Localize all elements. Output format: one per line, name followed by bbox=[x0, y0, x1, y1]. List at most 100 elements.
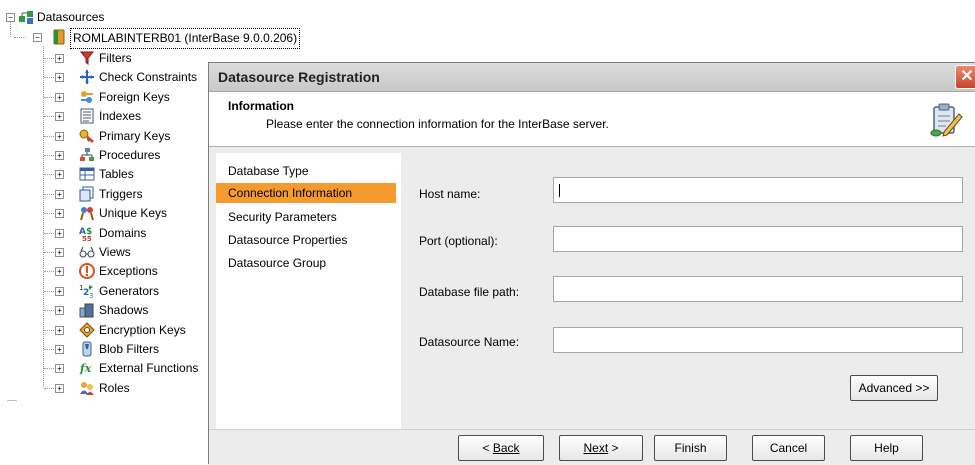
views-icon bbox=[79, 244, 95, 260]
close-button[interactable]: ✕ bbox=[955, 65, 975, 89]
host-name-label: Host name: bbox=[419, 187, 481, 201]
tree-connector bbox=[44, 290, 54, 292]
expand-icon[interactable]: + bbox=[55, 92, 64, 102]
text-caret bbox=[559, 184, 560, 197]
datasource-name-input[interactable] bbox=[553, 327, 963, 353]
tree-connector bbox=[44, 174, 54, 176]
tree-connector bbox=[44, 310, 54, 312]
database-file-path-label: Database file path: bbox=[419, 285, 520, 299]
connection-form: Host name: Port (optional): Database fil… bbox=[404, 153, 975, 429]
next-label: Next bbox=[583, 441, 609, 455]
tree-node-label: Tables bbox=[99, 167, 134, 182]
tree-node-label: Triggers bbox=[99, 186, 143, 201]
port-label: Port (optional): bbox=[419, 234, 498, 248]
tree-connector bbox=[44, 252, 54, 253]
step-security-parameters[interactable]: Security Parameters bbox=[216, 207, 396, 227]
generators-icon: 123 bbox=[79, 283, 95, 300]
step-label: Connection Information bbox=[228, 186, 353, 200]
tree-connector bbox=[44, 329, 54, 331]
port-input[interactable] bbox=[553, 226, 963, 252]
datasources-icon bbox=[18, 9, 34, 25]
dialog-title: Datasource Registration bbox=[218, 69, 380, 85]
wizard-button-bar: < Back Next > Finish Cancel Help bbox=[209, 429, 975, 465]
expand-icon[interactable]: + bbox=[55, 267, 64, 277]
expand-icon[interactable]: + bbox=[55, 383, 64, 393]
tree-connector bbox=[44, 271, 54, 273]
blob-filters-icon bbox=[79, 341, 95, 357]
host-name-input[interactable] bbox=[553, 177, 963, 203]
external-functions-icon: fx bbox=[79, 360, 95, 376]
header-title: Information bbox=[228, 99, 294, 113]
roles-icon bbox=[79, 380, 95, 396]
primary-keys-icon bbox=[79, 128, 95, 144]
tree-connector bbox=[44, 193, 54, 195]
tree-root-label: Datasources bbox=[37, 10, 105, 24]
database-file-path-input[interactable] bbox=[553, 276, 963, 302]
svg-text:fx: fx bbox=[79, 362, 92, 375]
step-connection-information[interactable]: Connection Information bbox=[216, 183, 396, 203]
expand-icon[interactable]: + bbox=[55, 209, 64, 219]
advanced-button[interactable]: Advanced >> bbox=[850, 375, 938, 401]
expand-icon[interactable]: + bbox=[55, 151, 64, 160]
datasource-tree: − Datasources − ROMLABINTERB01 (InterBas… bbox=[0, 0, 301, 463]
tree-node-label: External Functions bbox=[99, 361, 199, 376]
collapse-icon[interactable]: − bbox=[33, 33, 42, 42]
clipboard-pencil-icon bbox=[930, 102, 964, 138]
expand-icon[interactable]: + bbox=[55, 228, 64, 238]
tables-icon bbox=[79, 166, 95, 182]
expand-icon[interactable]: + bbox=[55, 345, 64, 354]
next-button[interactable]: Next > bbox=[559, 435, 643, 461]
expand-icon[interactable]: + bbox=[55, 306, 64, 316]
tree-node-label: Views bbox=[99, 245, 131, 259]
tree-server-label: ROMLABINTERB01 (InterBase 9.0.0.206) bbox=[70, 28, 301, 49]
tree-node-label: Encryption Keys bbox=[99, 322, 186, 337]
cancel-button[interactable]: Cancel bbox=[752, 435, 825, 461]
datasource-name-label: Datasource Name: bbox=[419, 335, 520, 349]
expand-icon[interactable]: + bbox=[55, 286, 64, 296]
triggers-icon bbox=[79, 186, 95, 202]
expand-icon[interactable]: + bbox=[55, 131, 64, 141]
unique-keys-icon bbox=[79, 205, 95, 221]
tree-connector bbox=[44, 155, 54, 156]
step-database-type[interactable]: Database Type bbox=[216, 161, 396, 181]
domains-icon: A $55 bbox=[79, 225, 95, 243]
tree-connector bbox=[44, 116, 54, 118]
dialog-header: Information Please enter the connection … bbox=[209, 92, 975, 147]
tree-connector bbox=[44, 213, 54, 215]
step-datasource-properties[interactable]: Datasource Properties bbox=[216, 230, 396, 250]
collapse-icon[interactable]: − bbox=[6, 13, 15, 22]
server-icon bbox=[51, 29, 67, 45]
expand-icon[interactable]: + bbox=[55, 325, 64, 335]
expand-icon[interactable]: + bbox=[55, 73, 64, 83]
tree-connector bbox=[10, 20, 11, 37]
back-button[interactable]: < Back bbox=[458, 435, 544, 461]
tree-connector bbox=[44, 232, 54, 234]
tree-node-label: Unique Keys bbox=[99, 206, 168, 221]
step-datasource-group[interactable]: Datasource Group bbox=[216, 253, 396, 273]
expand-icon[interactable]: + bbox=[55, 170, 64, 180]
step-label: Datasource Properties bbox=[228, 233, 348, 247]
tree-node-label: Foreign Keys bbox=[99, 89, 170, 104]
expand-icon[interactable]: + bbox=[55, 54, 64, 63]
expand-icon[interactable]: + bbox=[55, 112, 64, 122]
tree-node-label: Check Constraints bbox=[99, 70, 198, 85]
finish-button[interactable]: Finish bbox=[654, 435, 727, 461]
close-icon: ✕ bbox=[960, 68, 974, 85]
tree-connector bbox=[44, 58, 54, 59]
header-subtitle: Please enter the connection information … bbox=[266, 117, 609, 131]
expand-icon[interactable]: + bbox=[55, 189, 64, 199]
tree-node-label: Domains bbox=[99, 225, 147, 240]
procedures-icon bbox=[79, 147, 95, 163]
expand-icon[interactable]: + bbox=[55, 364, 64, 374]
tree-node-label: Exceptions bbox=[99, 264, 158, 279]
exceptions-icon bbox=[79, 263, 95, 280]
shadows-icon bbox=[79, 302, 95, 318]
step-label: Database Type bbox=[228, 164, 309, 178]
tree-connector bbox=[44, 96, 54, 98]
tree-connector bbox=[44, 349, 54, 350]
filter-icon bbox=[79, 50, 95, 66]
dialog-titlebar[interactable]: Datasource Registration ✕ bbox=[209, 63, 975, 92]
svg-text:55: 55 bbox=[82, 235, 92, 241]
expand-icon[interactable]: + bbox=[55, 248, 64, 257]
help-button[interactable]: Help bbox=[850, 435, 923, 461]
